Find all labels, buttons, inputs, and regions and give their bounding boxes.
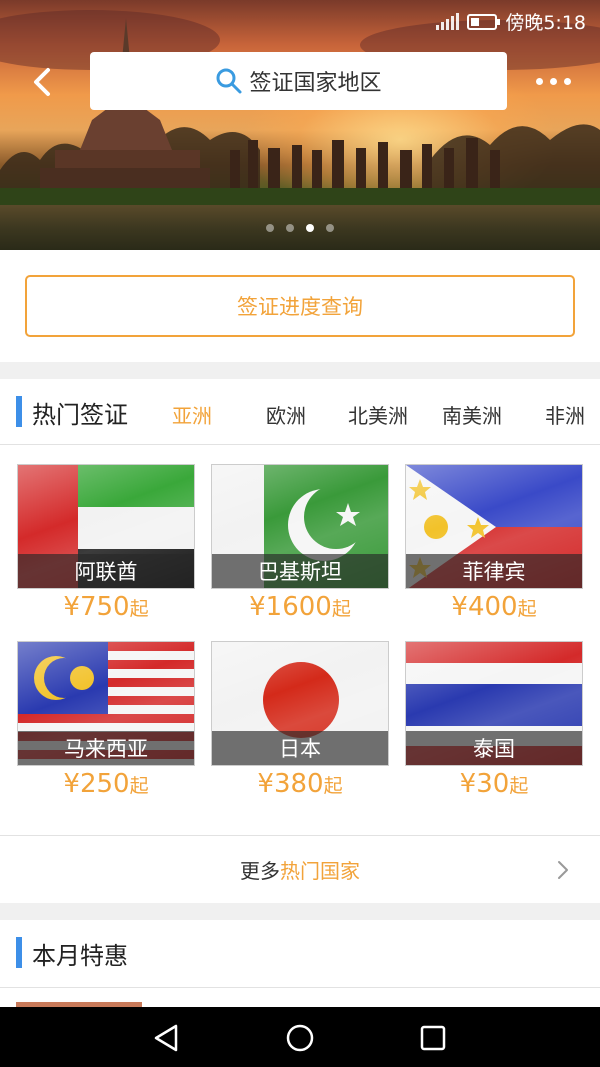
signal-icon	[436, 12, 460, 30]
more-hot-countries-link[interactable]: 更多 热门国家	[0, 835, 600, 903]
circle-home-icon	[286, 1024, 314, 1052]
country-price: ¥30起	[459, 769, 529, 799]
battery-icon	[467, 13, 501, 30]
monthly-deals-header: 本月特惠	[0, 920, 600, 988]
section-title: 本月特惠	[32, 942, 128, 970]
status-time: 傍晚5:18	[505, 12, 586, 34]
country-card-thailand[interactable]: 泰国 ¥30起	[405, 641, 583, 811]
country-price: ¥400起	[451, 592, 537, 622]
nav-back-button[interactable]	[150, 1021, 184, 1055]
tab-south-america[interactable]: 南美洲	[442, 400, 502, 429]
country-name: 马来西亚	[18, 731, 194, 765]
tab-africa[interactable]: 非洲	[545, 400, 585, 429]
philippines-flag: 菲律宾	[405, 464, 583, 589]
carousel-dot[interactable]	[266, 224, 274, 232]
country-card-japan[interactable]: 日本 ¥380起	[211, 641, 389, 811]
country-price: ¥380起	[257, 769, 343, 799]
monthly-deals-section: 本月特惠	[0, 920, 600, 1010]
country-price: ¥250起	[63, 769, 149, 799]
visa-progress-button[interactable]: 签证进度查询	[25, 275, 575, 337]
carousel-dot[interactable]	[286, 224, 294, 232]
nav-home-button[interactable]	[283, 1021, 317, 1055]
back-button[interactable]	[26, 62, 60, 102]
country-card-uae[interactable]: 阿联酋 ¥750起	[17, 464, 195, 634]
search-input[interactable]: 签证国家地区	[90, 52, 507, 110]
more-prefix: 更多	[240, 859, 280, 883]
section-accent-bar	[16, 937, 22, 968]
hot-visa-header: 热门签证 亚洲 欧洲 北美洲 南美洲 非洲	[0, 379, 600, 445]
tab-asia[interactable]: 亚洲	[172, 400, 212, 429]
carousel-dot-active[interactable]	[306, 224, 314, 232]
pakistan-flag: 巴基斯坦	[211, 464, 389, 589]
section-title: 热门签证	[32, 401, 128, 429]
system-nav-bar	[0, 1007, 600, 1067]
country-price: ¥1600起	[249, 592, 351, 622]
country-card-philippines[interactable]: 菲律宾 ¥400起	[405, 464, 583, 634]
tab-europe[interactable]: 欧洲	[266, 400, 306, 429]
progress-query-section: 签证进度查询	[0, 250, 600, 362]
hero-banner[interactable]: 傍晚5:18 签证国家地区	[0, 0, 600, 250]
country-card-malaysia[interactable]: 马来西亚 ¥250起	[17, 641, 195, 811]
more-options-button[interactable]	[536, 70, 580, 92]
nav-recents-button[interactable]	[416, 1021, 450, 1055]
triangle-back-icon	[154, 1024, 178, 1052]
country-card-pakistan[interactable]: 巴基斯坦 ¥1600起	[211, 464, 389, 634]
dot-icon	[550, 77, 557, 85]
country-name: 巴基斯坦	[212, 554, 388, 588]
malaysia-flag: 马来西亚	[17, 641, 195, 766]
search-placeholder: 签证国家地区	[249, 71, 382, 96]
country-name: 日本	[212, 731, 388, 765]
carousel-dot[interactable]	[326, 224, 334, 232]
section-accent-bar	[16, 396, 22, 427]
carousel-indicator	[0, 224, 600, 232]
dot-icon	[564, 77, 571, 85]
tab-north-america[interactable]: 北美洲	[348, 400, 408, 429]
japan-flag: 日本	[211, 641, 389, 766]
chevron-right-icon	[558, 861, 568, 879]
thailand-flag: 泰国	[405, 641, 583, 766]
square-recents-icon	[420, 1025, 446, 1051]
search-icon	[216, 68, 242, 94]
country-name: 阿联酋	[18, 554, 194, 588]
country-price: ¥750起	[63, 592, 149, 622]
country-name: 菲律宾	[406, 554, 582, 588]
more-highlight: 热门国家	[280, 859, 360, 883]
uae-flag: 阿联酋	[17, 464, 195, 589]
dot-icon	[536, 77, 543, 85]
status-bar: 傍晚5:18	[0, 0, 600, 40]
chevron-left-icon	[34, 68, 50, 96]
country-name: 泰国	[406, 731, 582, 765]
hot-visa-section: 热门签证 亚洲 欧洲 北美洲 南美洲 非洲 阿联酋 ¥750起 巴基斯坦 ¥16…	[0, 379, 600, 903]
